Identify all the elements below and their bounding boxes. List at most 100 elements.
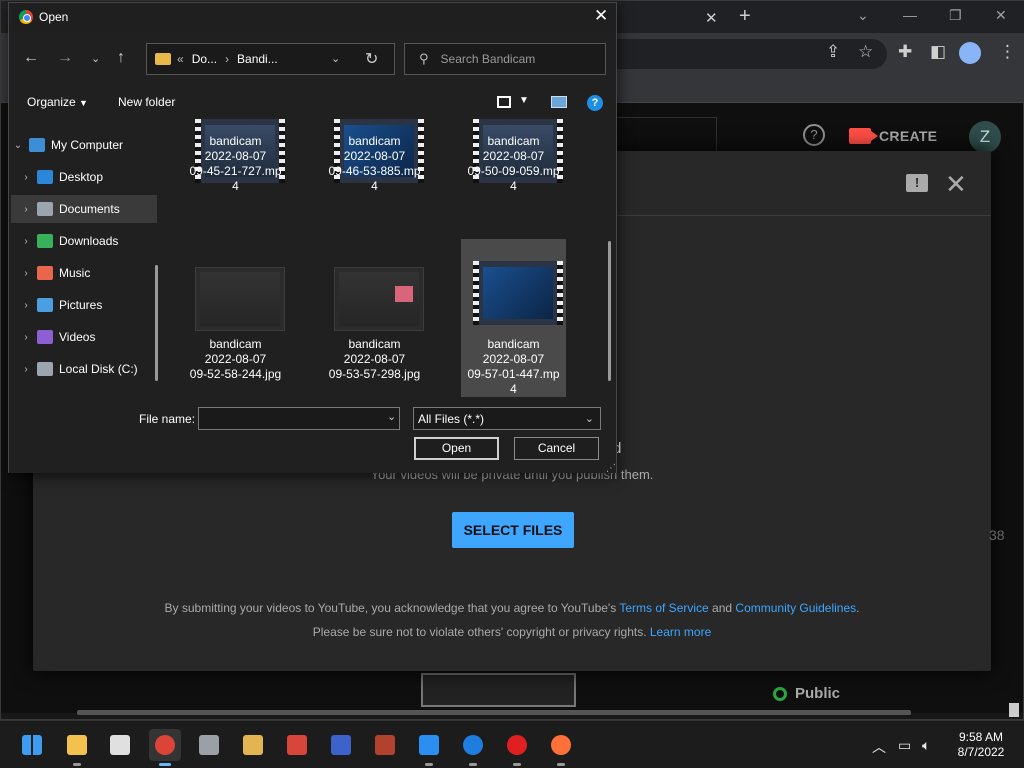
tree-item-music[interactable]: › Music xyxy=(11,259,157,287)
media-player-icon[interactable] xyxy=(413,729,445,766)
network-icon[interactable]: ▭ xyxy=(898,737,911,754)
preview-pane-icon[interactable] xyxy=(551,96,567,108)
share-icon[interactable]: ⇪ xyxy=(826,42,840,62)
recent-locations-chevron-icon[interactable]: ⌄ xyxy=(91,52,100,65)
side-panel-icon[interactable]: ◧ xyxy=(930,42,946,62)
file-name-dropdown-icon[interactable]: ⌄ xyxy=(387,410,396,423)
collapsed-chevron-icon[interactable]: › xyxy=(19,268,33,279)
create-button[interactable]: CREATE xyxy=(849,121,937,151)
file-explorer-icon[interactable] xyxy=(61,729,93,766)
help-icon[interactable]: ? xyxy=(803,124,825,146)
view-dropdown-icon[interactable]: ▼ xyxy=(519,95,529,106)
select-files-button[interactable]: SELECT FILES xyxy=(452,512,574,548)
record-icon[interactable] xyxy=(501,729,533,766)
address-dropdown-icon[interactable]: ⌄ xyxy=(331,52,340,65)
raccoon-app-icon[interactable] xyxy=(193,729,225,761)
minimize-icon[interactable]: — xyxy=(903,7,917,23)
file-type-value: All Files (*.*) xyxy=(418,412,485,426)
file-name-input[interactable] xyxy=(198,407,400,430)
tree-item-label: Music xyxy=(59,266,91,280)
file-item[interactable]: bandicam 2022-08-07 09-50-09-059.mp 4 xyxy=(461,117,566,237)
running-indicator xyxy=(513,763,521,766)
close-icon[interactable]: ✕ xyxy=(594,6,608,26)
vertical-scrollbar-thumb[interactable] xyxy=(1009,703,1019,717)
extensions-icon[interactable]: ✚ xyxy=(898,42,912,62)
learn-more-link[interactable]: Learn more xyxy=(650,625,711,639)
chrome-icon[interactable] xyxy=(149,729,181,766)
hat-app-icon[interactable] xyxy=(281,729,313,761)
tree-item-local-disk[interactable]: › Local Disk (C:) xyxy=(11,355,157,383)
desktop-icon xyxy=(37,170,53,184)
firefox-icon[interactable] xyxy=(545,729,577,766)
navigation-pane: ⌄ My Computer › Desktop › Documents › Do… xyxy=(9,117,165,397)
volume-icon[interactable]: 🔈︎ xyxy=(922,737,930,754)
store-icon[interactable] xyxy=(104,729,136,761)
address-bar[interactable] xyxy=(617,39,887,69)
tree-item-my-computer[interactable]: ⌄ My Computer xyxy=(11,131,157,159)
feedback-icon[interactable]: ! xyxy=(906,174,928,192)
profile-avatar[interactable] xyxy=(959,42,981,64)
restore-icon[interactable]: ❐ xyxy=(949,7,962,24)
collapsed-chevron-icon[interactable]: › xyxy=(19,300,33,311)
clock[interactable]: 9:58 AM 8/7/2022 xyxy=(948,730,1014,760)
star-icon[interactable]: ☆ xyxy=(858,42,873,62)
resize-grip-icon[interactable]: ⋰ xyxy=(606,463,616,474)
new-folder-button[interactable]: New folder xyxy=(118,95,175,109)
keys-app-icon[interactable] xyxy=(237,729,269,761)
file-item-selected[interactable]: bandicam 2022-08-07 09-57-01-447.mp 4 xyxy=(461,239,566,397)
horizontal-scrollbar[interactable] xyxy=(77,710,911,715)
breadcrumb-documents[interactable]: Do... xyxy=(192,52,217,66)
search-input[interactable]: ⚲ Search Bandicam xyxy=(404,43,606,75)
winrar-icon[interactable] xyxy=(369,729,401,761)
community-guidelines-link[interactable]: Community Guidelines xyxy=(735,601,856,615)
collapsed-chevron-icon[interactable]: › xyxy=(19,172,33,183)
file-list-scrollbar[interactable] xyxy=(608,241,611,381)
youtube-search-box[interactable] xyxy=(617,117,717,153)
file-item[interactable]: bandicam 2022-08-07 09-46-53-885.mp 4 xyxy=(322,117,427,237)
tree-scrollbar[interactable] xyxy=(155,265,158,381)
view-mode-icon[interactable] xyxy=(497,96,511,108)
help-icon[interactable]: ? xyxy=(587,95,603,111)
teamviewer-icon[interactable] xyxy=(457,729,489,766)
close-window-icon[interactable]: ✕ xyxy=(995,7,1007,24)
forward-arrow-icon[interactable]: → xyxy=(57,49,73,67)
organize-label: Organize xyxy=(27,95,76,109)
cancel-button[interactable]: Cancel xyxy=(514,437,599,460)
file-type-select[interactable]: All Files (*.*) ⌄ xyxy=(413,407,601,430)
file-item[interactable]: bandicam 2022-08-07 09-45-21-727.mp 4 xyxy=(183,117,288,237)
refresh-icon[interactable]: ↻ xyxy=(365,49,378,69)
collapsed-chevron-icon[interactable]: › xyxy=(19,364,33,375)
tree-item-videos[interactable]: › Videos xyxy=(11,323,157,351)
collapsed-chevron-icon[interactable]: › xyxy=(19,236,33,247)
close-icon[interactable]: ✕ xyxy=(945,169,967,200)
chevron-down-icon[interactable]: ⌄ xyxy=(857,7,869,24)
media-player-glyph xyxy=(419,735,439,755)
floppy-save-glyph xyxy=(331,735,351,755)
organize-button[interactable]: Organize ▼ xyxy=(27,95,88,109)
address-breadcrumb[interactable]: « Do... › Bandi... ⌄ ↻ xyxy=(146,43,395,75)
terms-of-service-link[interactable]: Terms of Service xyxy=(619,601,708,615)
collapsed-chevron-icon[interactable]: › xyxy=(19,332,33,343)
breadcrumb-bandicam[interactable]: Bandi... xyxy=(237,52,278,66)
legal-text: By submitting your videos to YouTube, yo… xyxy=(164,601,620,615)
expanded-chevron-icon[interactable]: ⌄ xyxy=(11,140,25,151)
up-arrow-icon[interactable]: ↑ xyxy=(117,49,125,67)
new-tab-icon[interactable]: + xyxy=(739,5,751,28)
open-button[interactable]: Open xyxy=(414,437,499,460)
back-arrow-icon[interactable]: ← xyxy=(23,49,39,67)
tree-item-desktop[interactable]: › Desktop xyxy=(11,163,157,191)
show-hidden-icons-icon[interactable]: ︿ xyxy=(872,737,886,757)
computer-icon xyxy=(29,138,45,152)
user-avatar[interactable]: Z xyxy=(969,121,1001,153)
tree-item-pictures[interactable]: › Pictures xyxy=(11,291,157,319)
close-tab-icon[interactable]: ✕ xyxy=(705,9,718,27)
file-item[interactable]: bandicam 2022-08-07 09-52-58-244.jpg xyxy=(183,239,288,397)
start-icon[interactable] xyxy=(16,729,48,761)
floppy-save-icon[interactable] xyxy=(325,729,357,761)
file-item[interactable]: bandicam 2022-08-07 09-53-57-298.jpg xyxy=(322,239,427,397)
tree-item-documents[interactable]: › Documents xyxy=(11,195,157,223)
menu-icon[interactable]: ⋮ xyxy=(999,42,1016,62)
collapsed-chevron-icon[interactable]: › xyxy=(19,204,33,215)
breadcrumb-overflow-icon[interactable]: « xyxy=(177,52,184,66)
tree-item-downloads[interactable]: › Downloads xyxy=(11,227,157,255)
